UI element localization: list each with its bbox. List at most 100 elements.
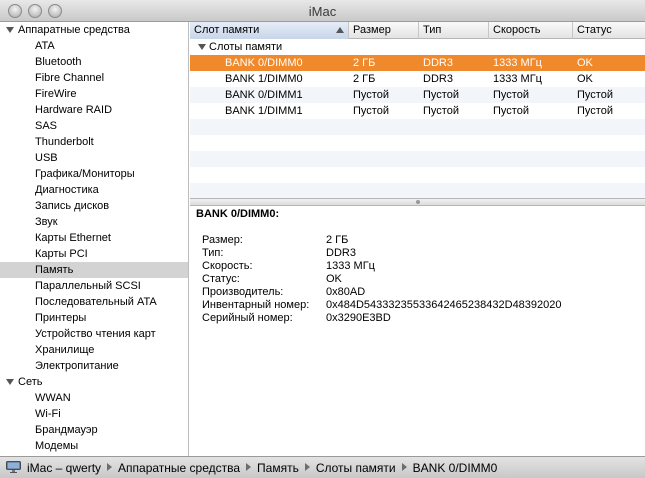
detail-value-type: DDR3: [326, 247, 356, 259]
cell-status: Пустой: [577, 105, 613, 117]
empty-row: [190, 135, 645, 151]
breadcrumb-item-computer[interactable]: iMac – qwerty: [27, 461, 101, 475]
sidebar-item-bluetooth[interactable]: Bluetooth: [0, 54, 188, 70]
disclosure-triangle-icon[interactable]: [6, 27, 14, 33]
detail-value-part-number: 0x484D54333235533642465238432D48392020: [326, 299, 562, 311]
breadcrumb-item-slot[interactable]: BANK 0/DIMM0: [413, 461, 498, 475]
chevron-right-icon: [107, 463, 113, 471]
sidebar-item-ata[interactable]: ATA: [0, 38, 188, 54]
table-header: Слот памяти Размер Тип Скорость Статус: [190, 22, 645, 39]
column-header-slot[interactable]: Слот памяти: [190, 22, 349, 39]
table-row[interactable]: BANK 1/DIMM0 2 ГБ DDR3 1333 МГц OK: [190, 71, 645, 87]
sidebar-item-thunderbolt[interactable]: Thunderbolt: [0, 134, 188, 150]
detail-value-serial: 0x3290E3BD: [326, 312, 391, 324]
cell-slot: BANK 1/DIMM0: [225, 73, 303, 85]
column-header-status[interactable]: Статус: [573, 22, 645, 39]
sidebar-group-label: Сеть: [18, 376, 43, 388]
memory-slots-table[interactable]: Слот памяти Размер Тип Скорость Статус С…: [190, 22, 645, 198]
empty-row: [190, 167, 645, 183]
detail-label-manufacturer: Производитель:: [202, 286, 284, 298]
sidebar-item-audio[interactable]: Звук: [0, 214, 188, 230]
detail-label-size: Размер:: [202, 234, 243, 246]
detail-label-part-number: Инвентарный номер:: [202, 299, 310, 311]
pane-splitter[interactable]: [190, 198, 645, 206]
column-header-type[interactable]: Тип: [419, 22, 489, 39]
window-title: iMac: [308, 4, 337, 19]
cell-size: Пустой: [353, 89, 389, 101]
cell-size: 2 ГБ: [353, 73, 376, 85]
disclosure-triangle-icon[interactable]: [198, 44, 206, 50]
sidebar-group-label: Аппаратные средства: [18, 24, 130, 36]
sidebar-item-parallel-scsi[interactable]: Параллельный SCSI: [0, 278, 188, 294]
sidebar-group-hardware[interactable]: Аппаратные средства: [0, 22, 188, 38]
empty-row: [190, 119, 645, 135]
title-bar: iMac: [0, 0, 645, 22]
column-header-speed[interactable]: Скорость: [489, 22, 573, 39]
imac-icon: [6, 461, 21, 473]
sidebar-item-wifi[interactable]: Wi-Fi: [0, 406, 188, 422]
sidebar-item-firewire[interactable]: FireWire: [0, 86, 188, 102]
cell-slot: BANK 0/DIMM0: [225, 57, 303, 69]
cell-size: 2 ГБ: [353, 57, 376, 69]
sidebar-item-wwan[interactable]: WWAN: [0, 390, 188, 406]
sidebar-item-graphics[interactable]: Графика/Мониторы: [0, 166, 188, 182]
splitter-handle-icon[interactable]: [416, 200, 420, 204]
sidebar-item-storage[interactable]: Хранилище: [0, 342, 188, 358]
empty-row: [190, 151, 645, 167]
chevron-right-icon: [304, 463, 310, 471]
cell-speed: Пустой: [493, 89, 529, 101]
cell-type: Пустой: [423, 105, 459, 117]
chevron-right-icon: [401, 463, 407, 471]
sidebar-item-ethernet-cards[interactable]: Карты Ethernet: [0, 230, 188, 246]
detail-value-status: OK: [326, 273, 342, 285]
breadcrumb-item-memory-slots[interactable]: Слоты памяти: [316, 461, 396, 475]
cell-size: Пустой: [353, 105, 389, 117]
chevron-right-icon: [246, 463, 252, 471]
sidebar-item-firewall[interactable]: Брандмауэр: [0, 422, 188, 438]
sidebar-group-network[interactable]: Сеть: [0, 374, 188, 390]
sidebar-item-disc-burning[interactable]: Запись дисков: [0, 198, 188, 214]
breadcrumb-item-hardware[interactable]: Аппаратные средства: [118, 461, 240, 475]
sidebar-item-sas[interactable]: SAS: [0, 118, 188, 134]
cell-type: DDR3: [423, 73, 453, 85]
table-row[interactable]: BANK 0/DIMM0 2 ГБ DDR3 1333 МГц OK: [190, 55, 645, 71]
sidebar-item-usb[interactable]: USB: [0, 150, 188, 166]
empty-row: [190, 183, 645, 198]
detail-pane: BANK 0/DIMM0: Размер: 2 ГБ Тип: DDR3 Ско…: [190, 206, 645, 456]
detail-label-status: Статус:: [202, 273, 240, 285]
cell-speed: 1333 МГц: [493, 73, 542, 85]
cell-speed: Пустой: [493, 105, 529, 117]
breadcrumb-item-memory[interactable]: Память: [257, 461, 299, 475]
sort-ascending-icon: [336, 27, 344, 33]
sidebar-item-card-reader[interactable]: Устройство чтения карт: [0, 326, 188, 342]
detail-label-speed: Скорость:: [202, 260, 253, 272]
sidebar-item-fibre-channel[interactable]: Fibre Channel: [0, 70, 188, 86]
table-group-row[interactable]: Слоты памяти: [190, 39, 645, 55]
table-row[interactable]: BANK 0/DIMM1 Пустой Пустой Пустой Пустой: [190, 87, 645, 103]
sidebar-item-power[interactable]: Электропитание: [0, 358, 188, 374]
detail-value-manufacturer: 0x80AD: [326, 286, 366, 298]
detail-title: BANK 0/DIMM0:: [196, 208, 280, 220]
column-header-size[interactable]: Размер: [349, 22, 419, 39]
cell-type: Пустой: [423, 89, 459, 101]
detail-value-size: 2 ГБ: [326, 234, 349, 246]
sidebar-item-memory[interactable]: Память: [0, 262, 188, 278]
cell-status: Пустой: [577, 89, 613, 101]
sidebar-item-diagnostics[interactable]: Диагностика: [0, 182, 188, 198]
sidebar-item-printers[interactable]: Принтеры: [0, 310, 188, 326]
cell-status: OK: [577, 57, 593, 69]
cell-slot: BANK 1/DIMM1: [225, 105, 303, 117]
path-bar: iMac – qwerty Аппаратные средства Память Сл…: [0, 456, 645, 478]
disclosure-triangle-icon[interactable]: [6, 379, 14, 385]
detail-label-type: Тип:: [202, 247, 224, 259]
cell-status: OK: [577, 73, 593, 85]
cell-type: DDR3: [423, 57, 453, 69]
table-row[interactable]: BANK 1/DIMM1 Пустой Пустой Пустой Пустой: [190, 103, 645, 119]
sidebar-item-serial-ata[interactable]: Последовательный ATA: [0, 294, 188, 310]
sidebar-item-pci-cards[interactable]: Карты PCI: [0, 246, 188, 262]
sidebar[interactable]: Аппаратные средства ATA Bluetooth Fibre …: [0, 22, 189, 456]
sidebar-item-hardware-raid[interactable]: Hardware RAID: [0, 102, 188, 118]
cell-slot: BANK 0/DIMM1: [225, 89, 303, 101]
sidebar-item-modems[interactable]: Модемы: [0, 438, 188, 454]
group-label: Слоты памяти: [209, 41, 283, 53]
